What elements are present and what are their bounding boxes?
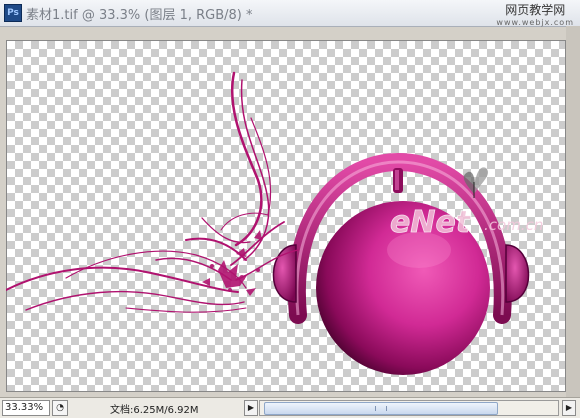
status-bar: 33.33% ◔ 文档:6.25M/6.92M ▶ ▶ <box>0 397 580 418</box>
enet-logo-suffix: .com.cn <box>484 216 543 234</box>
document-title: 素材1.tif @ 33.3% (图层 1, RGB/8) * <box>26 8 253 23</box>
watermark-site-url: www.webjx.com <box>496 18 574 27</box>
floral-swirls <box>6 71 299 313</box>
canvas-margin-top <box>0 27 580 40</box>
canvas-margin-right <box>566 26 580 397</box>
horizontal-scrollbar[interactable] <box>259 400 559 416</box>
document-title-bar[interactable]: Ps 素材1.tif @ 33.3% (图层 1, RGB/8) * 网页教学网… <box>0 0 580 27</box>
right-ear-cup <box>506 245 529 302</box>
zoom-level-field[interactable]: 33.33% <box>2 400 50 416</box>
watermark-site-cn: 网页教学网 <box>505 3 566 17</box>
headphone-artwork: eNet .com.cn <box>6 71 543 375</box>
scroll-left-icon[interactable]: ▶ <box>244 400 258 416</box>
enet-logo: eNet <box>390 205 472 240</box>
photoshop-app-icon: Ps <box>4 4 22 22</box>
document-size-info[interactable]: 文档:6.25M/6.92M <box>110 401 199 416</box>
scroll-right-icon[interactable]: ▶ <box>562 400 576 416</box>
scrollbar-thumb[interactable] <box>264 402 498 415</box>
status-menu-icon[interactable]: ◔ <box>52 400 68 416</box>
scrollbar-grip <box>375 406 387 411</box>
watermark-site: 网页教学网 www.webjx.com <box>496 1 574 27</box>
